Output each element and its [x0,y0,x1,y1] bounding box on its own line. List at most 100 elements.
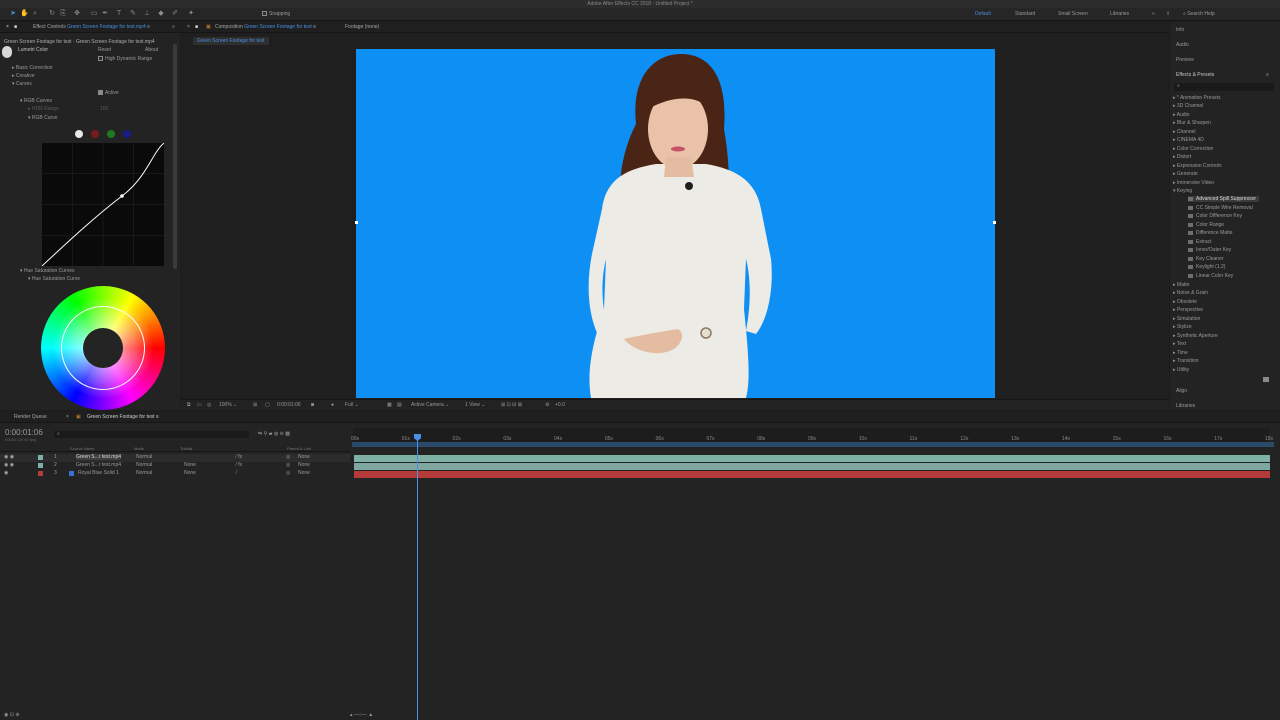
effects-category[interactable]: ▸ Distort [1173,154,1191,160]
parent-select[interactable]: None [298,470,310,476]
curves-group[interactable]: ▾ Curves [12,81,32,87]
effect-item[interactable]: Keylight (1.2) [1188,264,1225,270]
effects-category[interactable]: ▸ Stylize [1173,324,1192,330]
clone-stamp-tool-icon[interactable]: ⊥ [143,10,151,18]
pick-whip-icon[interactable]: ◎ [286,462,290,468]
workspace-small-screen[interactable]: Small Screen [1058,11,1088,17]
layer-row-1[interactable]: ◉ ◉ 1 Green S...r test.mp4 Normal ⁄ fx ◎… [0,454,350,462]
hand-tool-icon[interactable]: ✋ [20,10,29,18]
effects-category[interactable]: ▸ Generate [1173,171,1198,177]
transform-handle-right[interactable] [993,221,996,224]
timeline-timecode[interactable]: 0:00:01:06 [5,428,43,437]
region-of-interest-icon[interactable]: ▢ [265,402,270,408]
effects-category[interactable]: ▸ Blur & Sharpen [1173,120,1211,126]
panel-expand-icon[interactable]: » [172,24,175,30]
active-checkbox[interactable]: Active [98,90,119,96]
camera-select[interactable]: Active Camera ⌄ [411,402,449,408]
view-layout-select[interactable]: 1 View ⌄ [465,402,486,408]
mask-visibility-icon[interactable]: ◎ [207,402,211,408]
fx-switch-icon[interactable]: ⁄ fx [236,462,242,468]
effects-menu-icon[interactable]: ≡ [1266,72,1269,78]
hdr-checkbox[interactable]: High Dynamic Range [98,56,152,62]
effect-item-selected[interactable]: Advanced Spill Suppressor [1188,196,1260,202]
effect-item[interactable]: Key Cleaner [1188,256,1224,262]
pen-tool-icon[interactable]: ✒ [101,10,109,18]
eye-icon[interactable]: ◉ ◉ [4,462,14,468]
curve-channel-blue[interactable] [123,130,131,138]
effects-category[interactable]: ▸ Color Correction [1173,146,1213,152]
parent-select[interactable]: None [298,462,310,468]
puppet-tool-icon[interactable]: ✦ [187,10,195,18]
label-color[interactable] [38,471,43,476]
effect-item[interactable]: Inner/Outer Key [1188,247,1231,253]
effects-category[interactable]: ▸ Utility [1173,367,1189,373]
rgb-curve-graph[interactable] [42,143,164,266]
reset-exposure-icon[interactable]: ⚙ [545,402,549,408]
curve-channel-white[interactable] [75,130,83,138]
effect-item[interactable]: Extract [1188,239,1212,245]
layer-name[interactable]: Green S...r test.mp4 [76,454,122,460]
quality-switch-icon[interactable]: ⁄ [236,470,237,476]
tab-effect-controls[interactable]: Effect Controls Green Screen Footage for… [33,24,150,30]
comp-timecode[interactable]: 0:00:01:06 [277,402,301,408]
close-timeline-icon[interactable]: × [66,414,69,420]
mode-select[interactable]: Normal [136,462,152,468]
layer-name[interactable]: Royal Blue Solid 1 [78,470,119,476]
effects-category[interactable]: ▸ Perspective [1173,307,1203,313]
parent-select[interactable]: None [298,454,310,460]
eye-icon[interactable]: ◉ ◉ [4,454,14,460]
toggle-pixel-icon[interactable]: ⊞ ⊡ ⊟ ⊠ [501,402,522,408]
zoom-tool-icon[interactable]: ⌕ [31,10,39,18]
effects-category[interactable]: ▸ Noise & Grain [1173,290,1208,296]
hue-sat-curves-group[interactable]: ▾ Hue Saturation Curves [20,268,75,274]
trkmat-select[interactable]: None [184,462,196,468]
tab-composition[interactable]: Composition Green Screen Footage for tes… [215,24,316,30]
creative-group[interactable]: ▸ Creative [12,73,35,79]
effects-category[interactable]: ▸ Obsolete [1173,299,1197,305]
effects-category[interactable]: ▸ Time [1173,350,1188,356]
new-folder-icon[interactable] [1263,377,1269,382]
reset-button[interactable]: Reset [98,47,111,53]
effects-category[interactable]: ▸ Transition [1173,358,1199,364]
workspace-libraries[interactable]: Libraries [1110,11,1129,17]
effects-category-keying[interactable]: ▾ Keying [1173,188,1192,194]
preview-panel-tab[interactable]: Preview [1176,57,1194,63]
safe-zones-icon[interactable]: ⊞ [253,402,257,408]
always-preview-icon[interactable]: ⧉ [187,402,191,408]
workspace-menu-icon[interactable]: » [1152,11,1155,17]
hue-sat-curve-group[interactable]: ▾ Hue Saturation Curve [28,276,80,282]
effects-category[interactable]: ▸ Immersive Video [1173,180,1214,186]
effects-category[interactable]: ▸ CINEMA 4D [1173,137,1204,143]
label-color[interactable] [38,455,43,460]
resolution-select[interactable]: Full ⌄ [345,402,359,408]
eye-icon[interactable]: ◉ [4,470,8,476]
effects-category[interactable]: ▸ Text [1173,341,1186,347]
show-channel-icon[interactable]: ● [331,402,334,408]
close-icon[interactable]: × [6,24,9,30]
tab-timeline-comp[interactable]: Green Screen Footage for test ≡ [87,414,159,420]
pick-whip-icon[interactable]: ◎ [286,470,290,476]
fast-previews-icon[interactable]: ▤ [397,402,402,408]
libraries-panel-tab[interactable]: Libraries [1176,403,1195,409]
layer-name[interactable]: Green S...r test.mp4 [76,462,121,468]
pick-whip-icon[interactable]: ◎ [286,454,290,460]
effect-item[interactable]: Color Range [1188,222,1224,228]
effects-presets-tab[interactable]: Effects & Presets [1176,72,1214,78]
pan-behind-tool-icon[interactable]: ✥ [73,10,81,18]
workspace-standard[interactable]: Standard [1015,11,1035,17]
work-area-bar[interactable] [352,442,1274,447]
effects-category[interactable]: ▸ 3D Channel [1173,103,1203,109]
layer-row-3[interactable]: ◉ 3 Royal Blue Solid 1 Normal None ⁄ ◎ N… [0,470,350,478]
transparency-grid-icon[interactable]: ▦ [387,402,392,408]
hue-saturation-wheel[interactable] [41,286,165,410]
rectangle-tool-icon[interactable]: ▭ [90,10,98,18]
composition-viewer[interactable] [355,49,996,398]
tab-render-queue[interactable]: Render Queue [14,414,47,420]
info-panel-tab[interactable]: Info [1176,27,1184,33]
transform-handle-left[interactable] [355,221,358,224]
layer-bar-3[interactable] [354,471,1270,478]
effect-item[interactable]: Color Difference Key [1188,213,1242,219]
basic-correction-group[interactable]: ▸ Basic Correction [12,65,53,71]
align-panel-tab[interactable]: Align [1176,388,1187,394]
brush-tool-icon[interactable]: ✎ [129,10,137,18]
